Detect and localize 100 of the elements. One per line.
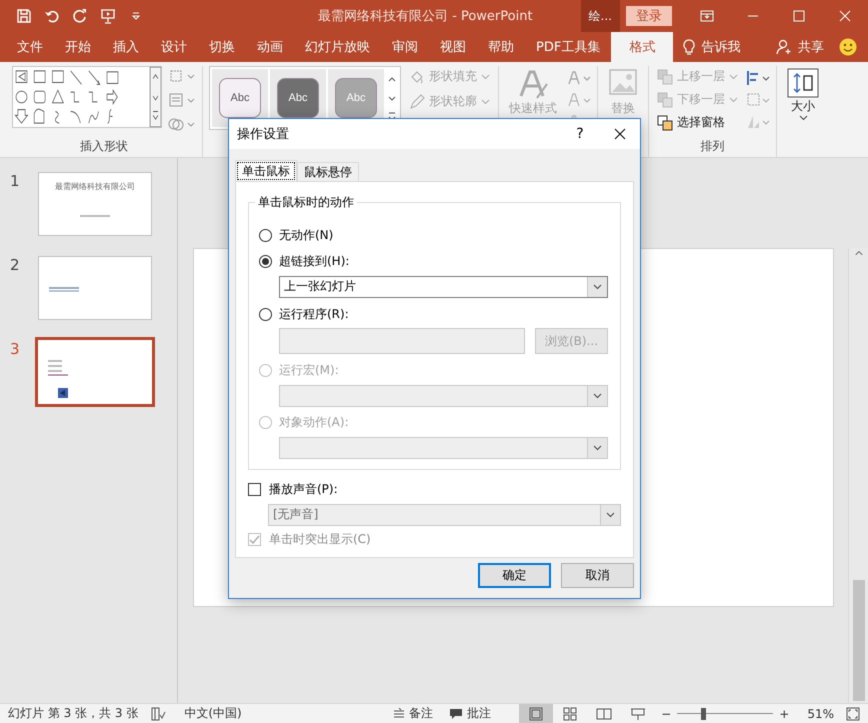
- group-label: 插入形状: [79, 138, 129, 155]
- radio-button[interactable]: [259, 228, 272, 242]
- ribbon-tab[interactable]: 格式: [611, 32, 674, 62]
- chevron-down-icon: [593, 284, 602, 290]
- tell-me-button[interactable]: 告诉我: [673, 32, 750, 62]
- slide-thumbnail[interactable]: [35, 337, 155, 407]
- zoom-in-button[interactable]: +: [779, 706, 790, 720]
- fit-to-window-icon: [846, 706, 860, 720]
- pencil-icon: [409, 94, 425, 110]
- chevron-down-icon: [606, 512, 615, 518]
- chevron-down-icon: [729, 74, 738, 80]
- spell-check-icon: [150, 706, 166, 722]
- group-label: 排列: [700, 138, 726, 155]
- resize-icon: [787, 68, 819, 98]
- merge-shapes-icon: [168, 116, 196, 132]
- check-icon: [249, 534, 260, 545]
- close-icon: [614, 128, 626, 140]
- chevron-down-icon: [593, 392, 602, 399]
- slide-number: 3: [10, 340, 21, 360]
- ribbon-tab[interactable]: 插入: [102, 32, 150, 62]
- person-plus-icon: [776, 39, 792, 55]
- notes-lines-icon: [393, 708, 406, 720]
- chevron-down-icon: [481, 98, 490, 104]
- layers-icon: [657, 92, 673, 108]
- undo-arrow-icon: [44, 8, 60, 24]
- slide-info: 幻灯片 第 3 张，共 3 张: [8, 705, 138, 722]
- speech-bubble-icon: [449, 708, 464, 720]
- group-icon: [746, 92, 770, 108]
- maximize-icon: [793, 10, 805, 22]
- slide-thumbnail[interactable]: 最需网络科技有限公司: [38, 172, 152, 236]
- vertical-scrollbar[interactable]: [848, 248, 868, 703]
- zoom-thumb[interactable]: [701, 708, 706, 720]
- slide-number: 2: [10, 256, 21, 276]
- notes-button[interactable]: 备注: [385, 704, 442, 723]
- ribbon-tab[interactable]: 幻灯片放映: [294, 32, 381, 62]
- zoom-out-button[interactable]: −: [661, 706, 672, 720]
- scroll-up-icon: [854, 250, 864, 256]
- text-outline-icon: [567, 92, 591, 108]
- radio-button[interactable]: [259, 255, 272, 268]
- size-button[interactable]: 大小: [783, 66, 823, 123]
- smiley-icon: [839, 38, 857, 56]
- dialog-tab[interactable]: 单击鼠标: [235, 160, 297, 182]
- option-label: 无动作(N): [279, 226, 334, 244]
- option-label: 运行宏(M):: [279, 362, 339, 379]
- zoom-percentage[interactable]: 51%: [807, 706, 834, 720]
- view-button[interactable]: [519, 704, 554, 723]
- cancel-button[interactable]: 取消: [561, 563, 634, 588]
- checkbox-label: 播放声音(P):: [269, 481, 338, 498]
- chevron-down-icon: [481, 74, 490, 80]
- context-tab[interactable]: 绘...: [580, 0, 620, 32]
- chevron-down-icon: [593, 445, 602, 452]
- layers-icon: [657, 114, 673, 130]
- share-button[interactable]: 共享: [766, 32, 834, 62]
- comments-button[interactable]: 批注: [441, 704, 500, 723]
- redo-arrow-icon: [72, 8, 88, 24]
- option-label: 对象动作(A):: [279, 414, 349, 432]
- ribbon-options-icon: [700, 10, 714, 22]
- sign-in-button[interactable]: 登录: [626, 6, 672, 26]
- radio-button[interactable]: [259, 308, 272, 321]
- help-button[interactable]: ?: [560, 119, 600, 149]
- option-label: 运行程序(R):: [279, 306, 349, 323]
- language-label[interactable]: 中文(中国): [184, 705, 242, 722]
- scroll-thumb[interactable]: [852, 580, 864, 701]
- layers-icon: [657, 68, 673, 84]
- align-icon: [746, 70, 770, 86]
- thumbnail-title: 最需网络科技有限公司: [55, 181, 135, 192]
- dropdown-arrow-icon: [132, 12, 140, 20]
- ribbon-tab[interactable]: 帮助: [477, 32, 525, 62]
- ribbon-tab[interactable]: 开始: [54, 32, 102, 62]
- ribbon-tab[interactable]: PDF工具集: [525, 32, 612, 62]
- shapes-gallery-drawing[interactable]: [12, 66, 162, 128]
- lightbulb-icon: [683, 39, 696, 55]
- text-box-icon: [168, 92, 196, 108]
- window-title: 最需网络科技有限公司 - PowerPoint: [317, 8, 534, 25]
- ribbon-tab[interactable]: 视图: [429, 32, 477, 62]
- slide-number: 1: [10, 172, 21, 192]
- dialog-title: 操作设置: [237, 126, 290, 143]
- chevron-down-icon: [729, 96, 738, 102]
- dropdown-field[interactable]: 上一张幻灯片: [279, 276, 608, 298]
- ribbon-tab[interactable]: 切换: [198, 32, 246, 62]
- chevron-down-icon: [798, 115, 808, 121]
- grid-view-icon: [561, 706, 580, 720]
- close-icon: [839, 10, 851, 22]
- letter-brush-icon: [517, 68, 549, 100]
- ribbon-tab[interactable]: 设计: [150, 32, 198, 62]
- edit-shape-icon: [168, 68, 196, 84]
- normal-view-icon: [527, 706, 546, 720]
- ok-button[interactable]: 确定: [478, 563, 551, 588]
- arrange-button[interactable]: 选择窗格: [655, 112, 740, 133]
- text-fill-icon: [567, 70, 591, 86]
- slide-thumbnail[interactable]: [38, 256, 152, 320]
- ribbon-tab[interactable]: 文件: [6, 32, 54, 62]
- ribbon-tab[interactable]: 动画: [246, 32, 294, 62]
- paint-bucket-icon: [409, 68, 425, 84]
- text-lines-drawing: [48, 360, 68, 398]
- presentation-screen-icon: [100, 8, 116, 24]
- dialog-tab[interactable]: 鼠标悬停: [297, 162, 359, 181]
- ribbon-tab[interactable]: 审阅: [381, 32, 429, 62]
- rotate-icon: [746, 114, 770, 130]
- hyperlink-line-icon: [49, 286, 79, 292]
